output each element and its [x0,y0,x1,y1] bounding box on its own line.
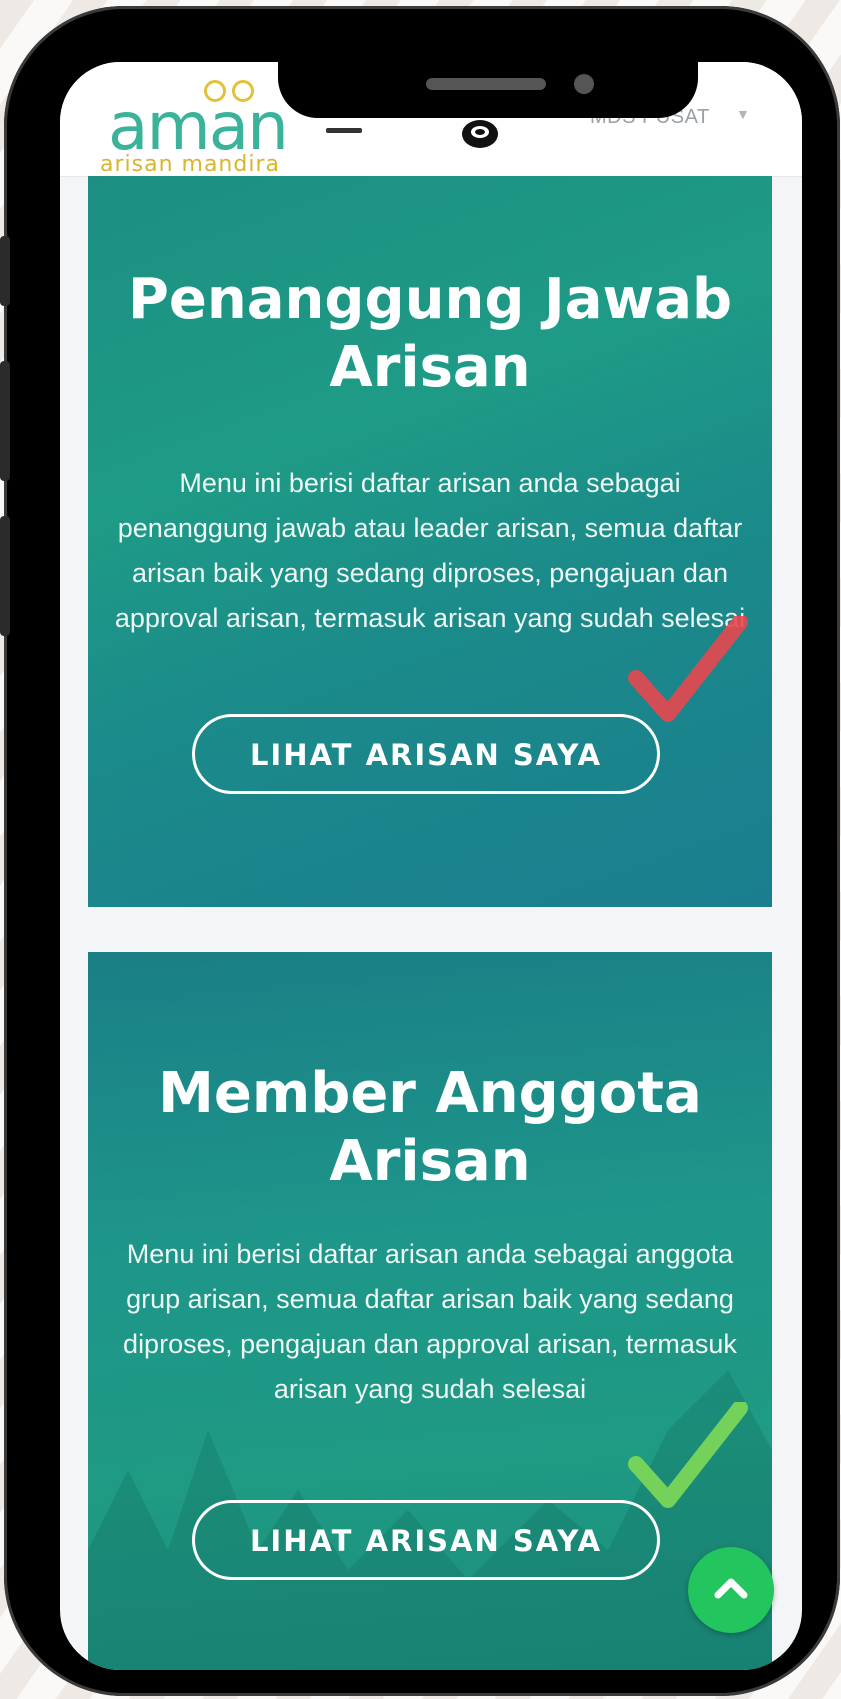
phone-screen: aman arisan mandira MDS PUSAT ▼ Penanggu… [60,62,802,1670]
logo-wordmark: aman [108,88,289,165]
scroll-to-top-button[interactable] [688,1547,774,1633]
lihat-arisan-saya-button[interactable]: LIHAT ARISAN SAYA [192,1500,660,1580]
chevron-up-icon [714,1578,748,1599]
user-avatar-icon[interactable] [458,112,502,152]
caret-down-icon[interactable]: ▼ [736,106,750,122]
card-title: Member Anggota Arisan [158,1061,702,1194]
phone-volume-down-button [0,516,10,636]
card-title: Penanggung Jawab Arisan [127,267,733,400]
lihat-arisan-saya-button[interactable]: LIHAT ARISAN SAYA [192,714,660,794]
phone-notch [278,62,698,118]
card-description: Menu ini berisi daftar arisan anda sebag… [123,1239,737,1404]
card-description: Menu ini berisi daftar arisan anda sebag… [114,468,746,633]
front-camera [574,74,594,94]
logo-subtitle: arisan mandira [100,152,280,177]
phone-side-button [0,236,10,306]
check-mark-icon [628,1402,748,1508]
speaker-grille [426,78,546,90]
check-mark-icon [628,616,748,722]
phone-frame: aman arisan mandira MDS PUSAT ▼ Penanggu… [0,6,840,1696]
phone-volume-up-button [0,361,10,481]
card-penanggung-jawab: Penanggung Jawab Arisan Menu ini berisi … [88,176,772,907]
hamburger-icon[interactable] [326,128,362,133]
card-member-anggota: Member Anggota Arisan Menu ini berisi da… [88,952,772,1670]
